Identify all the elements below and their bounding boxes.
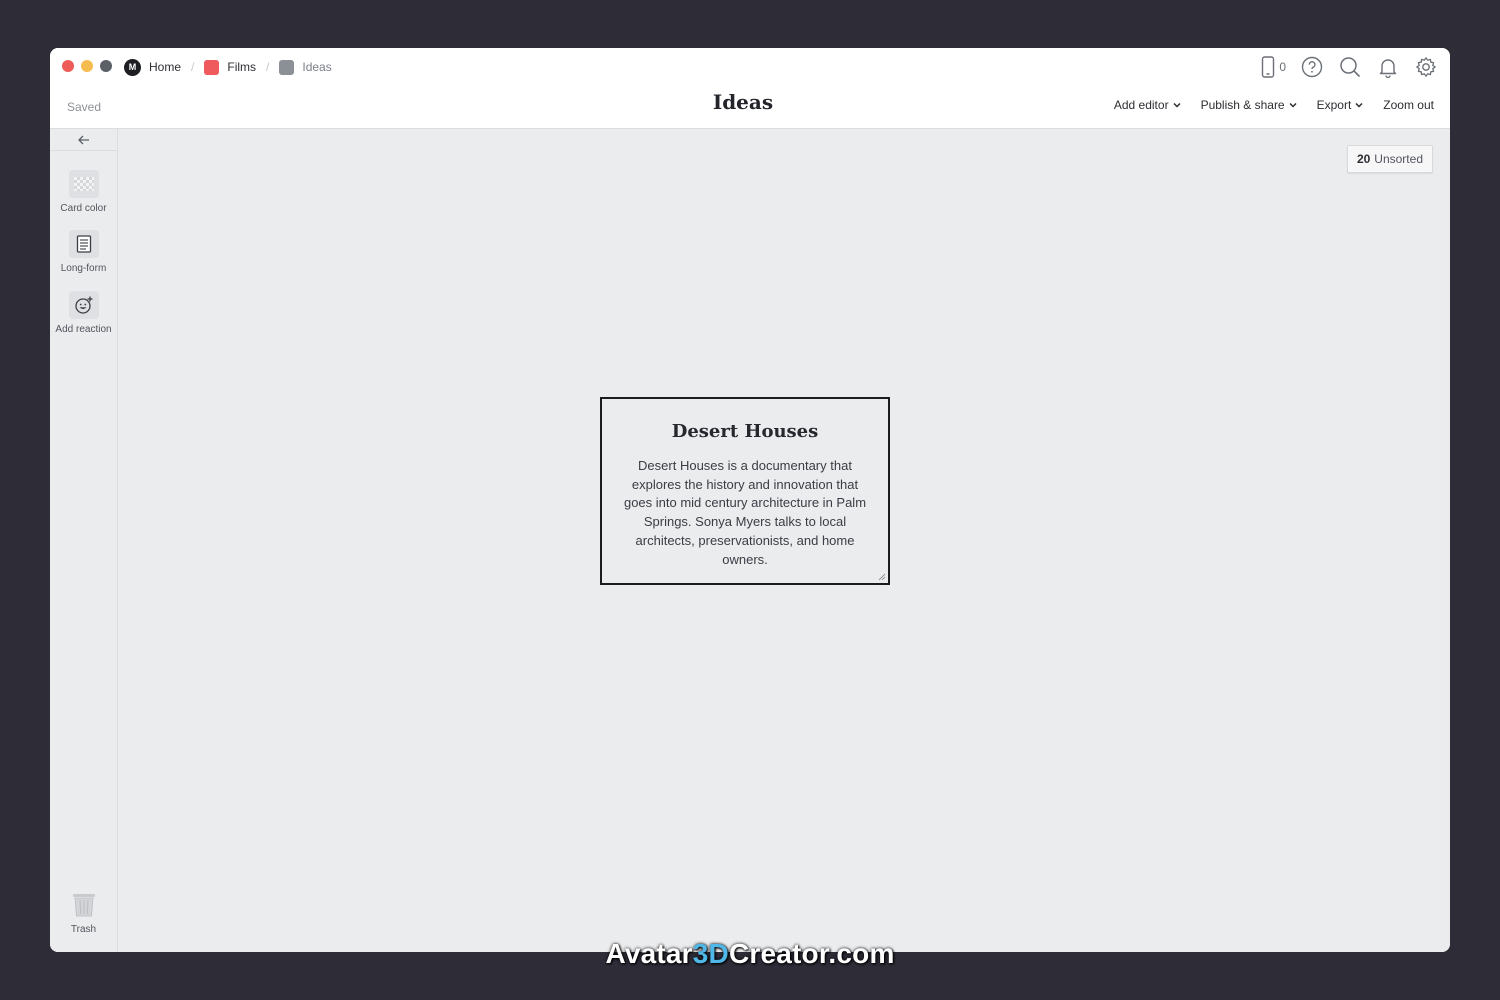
trash-tool[interactable]: Trash <box>50 891 117 935</box>
breadcrumb-films-label: Films <box>227 60 257 74</box>
close-window-button[interactable] <box>62 60 74 72</box>
search-icon[interactable] <box>1338 55 1362 79</box>
card-body[interactable]: Desert Houses is a documentary that expl… <box>620 457 870 569</box>
top-icons: 0 <box>1260 55 1438 79</box>
long-form-label: Long-form <box>60 263 107 274</box>
breadcrumb-separator: / <box>266 60 270 74</box>
publish-share-label: Publish & share <box>1200 98 1285 112</box>
breadcrumb-ideas-label: Ideas <box>302 60 332 74</box>
add-editor-label: Add editor <box>1113 98 1169 112</box>
resize-handle-icon[interactable] <box>878 573 886 581</box>
unsorted-button[interactable]: 20 Unsorted <box>1346 145 1433 173</box>
ideas-board-icon <box>279 59 295 75</box>
watermark-part-3: Creator.com <box>728 938 895 969</box>
top-bar: M Home / Films / Ideas 0 Saved Ideas Add… <box>50 48 1450 129</box>
maximize-window-button[interactable] <box>100 60 112 72</box>
chevron-down-icon <box>1173 102 1181 108</box>
card-color-tool[interactable]: Card color <box>50 170 117 214</box>
arrow-left-icon <box>77 135 89 144</box>
trash-icon <box>70 891 98 923</box>
card-color-label: Card color <box>60 203 107 214</box>
breadcrumb-films[interactable]: Films <box>204 59 257 75</box>
long-form-tool[interactable]: Long-form <box>50 230 117 274</box>
gear-icon[interactable] <box>1414 55 1438 79</box>
unsorted-count: 20 <box>1356 152 1371 166</box>
header-actions: Add editor Publish & share Export Zoom o… <box>1114 98 1434 112</box>
tool-sidebar: Card color Long-form Add reaction Trash <box>50 129 118 952</box>
export-button[interactable]: Export <box>1317 98 1364 112</box>
document-icon <box>68 230 99 258</box>
phone-icon <box>1260 55 1276 79</box>
watermark-part-2: 3D <box>692 938 729 969</box>
breadcrumb-home-label: Home <box>149 60 182 74</box>
breadcrumb: M Home / Films / Ideas <box>124 57 332 77</box>
chevron-down-icon <box>1355 102 1363 108</box>
breadcrumb-separator: / <box>191 60 195 74</box>
minimize-window-button[interactable] <box>81 60 93 72</box>
export-label: Export <box>1316 98 1352 112</box>
chevron-down-icon <box>1289 102 1297 108</box>
app-window: M Home / Films / Ideas 0 Saved Ideas Add… <box>50 48 1450 952</box>
board-canvas[interactable]: 20 Unsorted Desert Houses Desert Houses … <box>118 129 1450 952</box>
unsorted-label: Unsorted <box>1374 152 1423 166</box>
watermark-part-1: Avatar <box>605 938 693 969</box>
note-card[interactable]: Desert Houses Desert Houses is a documen… <box>600 397 890 585</box>
card-title[interactable]: Desert Houses <box>602 421 888 442</box>
trash-label: Trash <box>70 924 97 935</box>
zoom-out-button[interactable]: Zoom out <box>1383 98 1434 112</box>
add-editor-button[interactable]: Add editor <box>1114 98 1181 112</box>
smiley-add-icon <box>68 291 99 319</box>
add-reaction-label: Add reaction <box>55 324 112 335</box>
add-reaction-tool[interactable]: Add reaction <box>50 291 117 335</box>
help-icon[interactable] <box>1300 55 1324 79</box>
watermark: Avatar3DCreator.com <box>0 938 1500 970</box>
breadcrumb-ideas[interactable]: Ideas <box>279 59 332 75</box>
zoom-out-label: Zoom out <box>1383 98 1434 112</box>
device-button[interactable]: 0 <box>1260 55 1286 79</box>
device-count: 0 <box>1279 60 1286 74</box>
home-logo-icon: M <box>124 58 141 76</box>
publish-share-button[interactable]: Publish & share <box>1201 98 1297 112</box>
collapse-sidebar-button[interactable] <box>50 129 117 151</box>
bell-icon[interactable] <box>1376 55 1400 79</box>
breadcrumb-home[interactable]: M Home <box>124 58 182 76</box>
checker-icon <box>68 170 99 198</box>
films-board-icon <box>204 59 220 75</box>
